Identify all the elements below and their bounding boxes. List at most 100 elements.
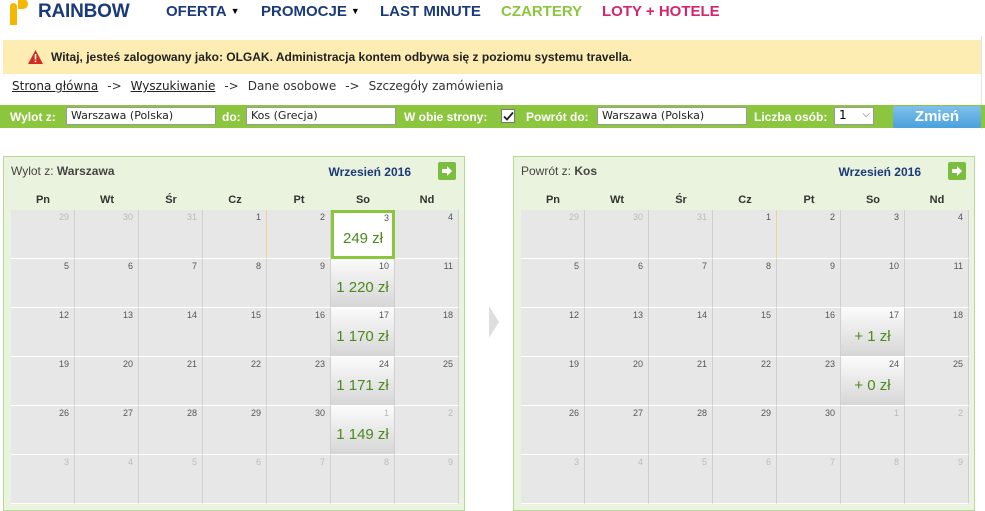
weekday-label: So [865,194,881,206]
calendar-day: 23 [777,357,841,406]
calendar-day: 8 [203,259,267,308]
day-number: 10 [888,261,899,271]
calendar-day: 20 [75,357,139,406]
calendar-day-offer[interactable]: 24 + 0 zł [841,357,905,406]
breadcrumb-personal-data: Dane osobowe [247,79,337,93]
day-number: 19 [58,359,69,369]
calendar-day: 11 [395,259,459,308]
logo[interactable]: RAINBOW [10,0,130,26]
day-number: 12 [58,310,69,320]
day-number: 9 [319,261,325,271]
calendar-day: 25 [395,357,459,406]
day-number: 17 [378,310,389,320]
breadcrumb-home[interactable]: Strona główna [12,79,98,93]
calendar-day: 19 [11,357,75,406]
day-price: + 0 zł [854,377,891,394]
nav-oferta[interactable]: OFERTA ▼ [166,3,239,20]
day-number: 28 [696,408,707,418]
day-number: 7 [319,457,325,467]
day-number: 4 [637,457,643,467]
departure-calendar: Wylot z: Warszawa Wrzesień 2016 Pn Wt Śr Cz… [3,156,465,511]
day-number: 5 [191,457,197,467]
day-number: 3 [573,457,579,467]
day-number: 6 [127,261,133,271]
calendar-day-offer[interactable]: 24 1 171 zł [331,357,395,406]
calendar-day: 22 [713,357,777,406]
calendar-day: 26 [11,406,75,455]
persons-select[interactable]: 1 ⌵ [834,107,874,125]
nav-loty-hotele-label: LOTY + HOTELE [602,3,720,20]
next-month-button[interactable] [948,162,966,180]
calendar-month: Wrzesień 2016 [328,165,412,179]
breadcrumb-order-details: Szczegóły zamówienia [368,79,504,93]
day-number: 5 [701,457,707,467]
weekday-label: Nd [929,194,945,206]
day-number: 24 [378,359,389,369]
calendar-day: 21 [649,357,713,406]
logo-text: RAINBOW [38,1,130,22]
nav-last-minute[interactable]: LAST MINUTE [380,3,481,20]
warning-icon [28,50,43,64]
day-number: 22 [760,359,771,369]
calendar-day: 4 [75,455,139,504]
day-number: 31 [186,212,197,222]
login-alert: Witaj, jesteś zalogowany jako: OLGAK. Ad… [3,40,981,74]
calendar-day: 5 [649,455,713,504]
day-number: 7 [701,261,707,271]
day-number: 9 [957,457,963,467]
calendar-day-offer[interactable]: 17 + 1 zł [841,308,905,357]
calendar-day: 2 [905,406,969,455]
calendar-title: Wylot z: Warszawa [11,164,115,178]
weekday-label: So [355,194,371,206]
roundtrip-label: W obie strony: [404,110,488,124]
breadcrumb-separator: -> [107,79,122,93]
weekday-label: Pn [35,194,51,206]
change-button[interactable]: Zmień [893,106,981,128]
calendar-day: 11 [905,259,969,308]
calendar-title-city: Warszawa [56,164,115,178]
calendar-day-offer[interactable]: 3 249 zł [331,210,395,259]
calendar-day: 13 [585,308,649,357]
day-number: 26 [58,408,69,418]
calendar-day: 29 [11,210,75,259]
calendar-day-offer[interactable]: 1 1 149 zł [331,406,395,455]
calendar-day: 6 [203,455,267,504]
to-field[interactable]: Kos (Grecja) [246,107,396,125]
nav-loty-hotele[interactable]: LOTY + HOTELE [602,3,720,20]
calendar-day: 18 [395,308,459,357]
chevron-down-icon: ▼ [230,6,240,16]
breadcrumb-search[interactable]: Wyszukiwanie [131,79,216,93]
day-number: 1 [255,212,261,222]
next-month-button[interactable] [438,162,456,180]
from-field[interactable]: Warszawa (Polska) [66,107,216,125]
calendar-day: 2 [777,210,841,259]
calendar-day: 9 [777,259,841,308]
calendar-day: 29 [203,406,267,455]
day-number: 30 [824,408,835,418]
calendar-day: 14 [139,308,203,357]
calendar-day: 28 [139,406,203,455]
day-number: 8 [765,261,771,271]
calendar-week: 29 30 31 1 2 3 4 [521,210,969,259]
calendar-day: 3 [841,210,905,259]
roundtrip-checkbox[interactable] [501,109,515,123]
day-number: 9 [447,457,453,467]
calendar-week: 19 20 21 22 23 24 + 0 zł 25 [521,357,969,406]
calendar-day: 7 [267,455,331,504]
nav-promocje[interactable]: PROMOCJE ▼ [261,3,360,20]
weekday-label: Śr [165,194,177,206]
weekday-label: Cz [228,194,242,206]
day-number: 13 [122,310,133,320]
nav-czartery[interactable]: CZARTERY [501,3,582,20]
weekday-label: Śr [675,194,687,206]
day-number: 10 [378,261,389,271]
calendar-day: 4 [585,455,649,504]
calendar-day-offer[interactable]: 10 1 220 zł [331,259,395,308]
from-label: Wylot z: [10,110,56,124]
day-price: 1 220 zł [336,279,389,296]
calendar-day: 12 [11,308,75,357]
day-number: 27 [122,408,133,418]
calendar-day-offer[interactable]: 17 1 170 zł [331,308,395,357]
day-number: 5 [63,261,69,271]
return-field[interactable]: Warszawa (Polska) [597,107,747,125]
